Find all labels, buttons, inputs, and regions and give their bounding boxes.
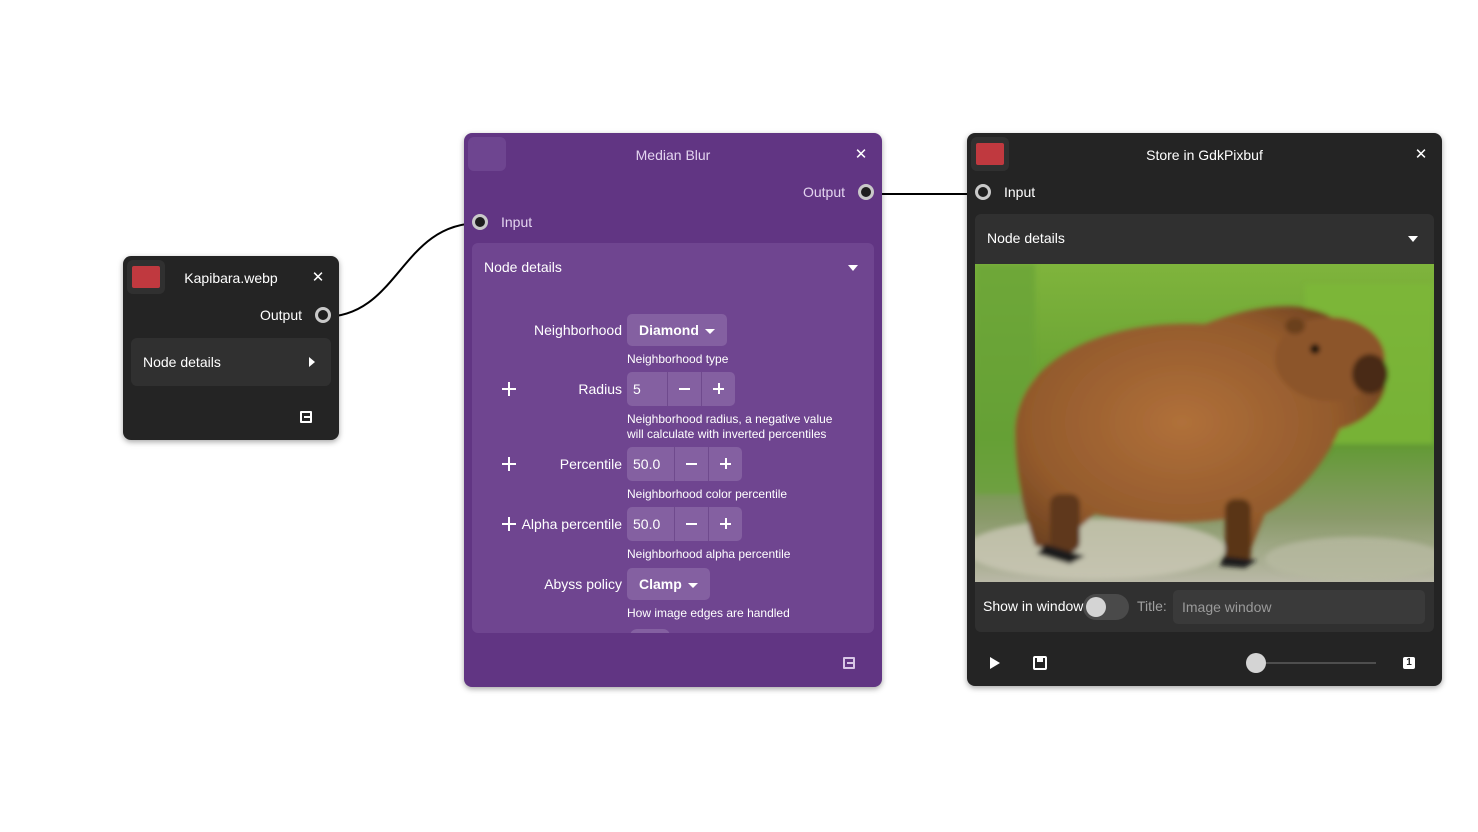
node-details-header[interactable]: Node details xyxy=(975,214,1434,262)
save-icon[interactable] xyxy=(1033,656,1047,670)
switch-knob xyxy=(1086,597,1106,617)
dropdown-arrow-icon xyxy=(687,582,698,588)
increment-button[interactable] xyxy=(701,372,735,406)
store-in-gdkpixbuf-node[interactable]: Store in GdkPixbuf ✕ Input Node details xyxy=(967,133,1442,686)
abyss-policy-description: How image edges are handled xyxy=(627,606,790,620)
alpha-percentile-description: Neighborhood alpha percentile xyxy=(627,547,791,561)
output-label: Output xyxy=(259,307,302,323)
decrement-button[interactable] xyxy=(674,447,708,481)
node-header[interactable]: Kapibara.webp ✕ xyxy=(123,256,339,300)
node-details-panel[interactable]: Node details Neighborhood Diamond Neighb… xyxy=(472,243,874,633)
input-label: Input xyxy=(501,214,533,230)
input-port-row: Input xyxy=(967,177,1442,207)
zoom-original-icon[interactable]: 1 xyxy=(1403,657,1415,669)
output-label: Output xyxy=(802,184,845,200)
wire-kapibara-to-median-blur xyxy=(322,222,481,318)
median-blur-node[interactable]: Median Blur ✕ Output Input Node details … xyxy=(464,133,882,687)
radius-spinbutton[interactable]: 5 xyxy=(627,372,735,406)
kapibara-node[interactable]: Kapibara.webp ✕ Output Node details xyxy=(123,256,339,440)
neighborhood-description: Neighborhood type xyxy=(627,352,729,366)
abyss-policy-value: Clamp xyxy=(639,576,682,592)
neighborhood-label: Neighborhood xyxy=(534,322,622,338)
percentile-spinbutton[interactable]: 50.0 xyxy=(627,447,742,481)
play-icon[interactable] xyxy=(990,657,1000,669)
percentile-value[interactable]: 50.0 xyxy=(627,447,674,481)
alpha-percentile-spinbutton[interactable]: 50.0 xyxy=(627,507,742,541)
scrolled-off-control[interactable] xyxy=(630,629,670,633)
dropdown-arrow-icon xyxy=(704,328,715,334)
percentile-description: Neighborhood color percentile xyxy=(627,487,788,501)
node-header[interactable]: Median Blur ✕ xyxy=(464,133,882,177)
input-port[interactable] xyxy=(472,214,488,230)
export-icon[interactable] xyxy=(843,657,855,669)
image-preview xyxy=(975,264,1434,582)
neighborhood-dropdown[interactable]: Diamond xyxy=(627,314,727,346)
abyss-policy-dropdown[interactable]: Clamp xyxy=(627,568,710,600)
chevron-down-icon xyxy=(1408,236,1418,242)
show-in-window-label: Show in window xyxy=(983,598,1084,614)
chevron-right-icon xyxy=(309,357,315,367)
input-label: Input xyxy=(1004,184,1036,200)
node-title: Store in GdkPixbuf xyxy=(1146,147,1263,163)
chevron-down-icon xyxy=(848,265,858,271)
radius-description-line1: Neighborhood radius, a negative value xyxy=(627,412,833,426)
node-details-label: Node details xyxy=(987,230,1065,246)
decrement-button[interactable] xyxy=(667,372,701,406)
zoom-slider-knob[interactable] xyxy=(1246,653,1266,673)
node-color-swatch[interactable] xyxy=(127,260,165,294)
show-in-window-switch[interactable] xyxy=(1083,594,1129,620)
node-details-header[interactable]: Node details xyxy=(472,243,874,291)
zoom-slider-track[interactable] xyxy=(1255,662,1376,664)
close-icon[interactable]: ✕ xyxy=(846,140,876,170)
output-port-row: Output xyxy=(464,177,882,207)
radius-label: Radius xyxy=(578,381,622,397)
node-color-swatch[interactable] xyxy=(468,137,506,171)
window-title-label: Title: xyxy=(1137,598,1167,614)
node-title: Median Blur xyxy=(635,147,711,163)
decrement-button[interactable] xyxy=(674,507,708,541)
output-port[interactable] xyxy=(315,307,331,323)
increment-button[interactable] xyxy=(708,447,742,481)
increment-button[interactable] xyxy=(708,507,742,541)
percentile-label: Percentile xyxy=(559,456,622,472)
input-port[interactable] xyxy=(975,184,991,200)
alpha-percentile-value[interactable]: 50.0 xyxy=(627,507,674,541)
output-port-row: Output xyxy=(123,300,339,330)
close-icon[interactable]: ✕ xyxy=(1406,140,1436,170)
close-icon[interactable]: ✕ xyxy=(303,263,333,293)
node-details-label: Node details xyxy=(143,354,221,370)
output-port[interactable] xyxy=(858,184,874,200)
radius-value[interactable]: 5 xyxy=(627,372,667,406)
node-title: Kapibara.webp xyxy=(184,270,278,286)
abyss-policy-label: Abyss policy xyxy=(544,576,622,592)
input-port-row: Input xyxy=(464,207,882,237)
node-color-swatch[interactable] xyxy=(971,137,1009,171)
export-icon[interactable] xyxy=(300,411,312,423)
node-header[interactable]: Store in GdkPixbuf ✕ xyxy=(967,133,1442,177)
neighborhood-value: Diamond xyxy=(639,322,699,338)
alpha-percentile-label: Alpha percentile xyxy=(521,516,622,532)
node-details-expander[interactable]: Node details xyxy=(131,338,331,386)
node-details-label: Node details xyxy=(484,259,562,275)
window-title-input[interactable]: Image window xyxy=(1173,590,1425,624)
radius-description-line2: will calculate with inverted percentiles xyxy=(627,427,827,441)
